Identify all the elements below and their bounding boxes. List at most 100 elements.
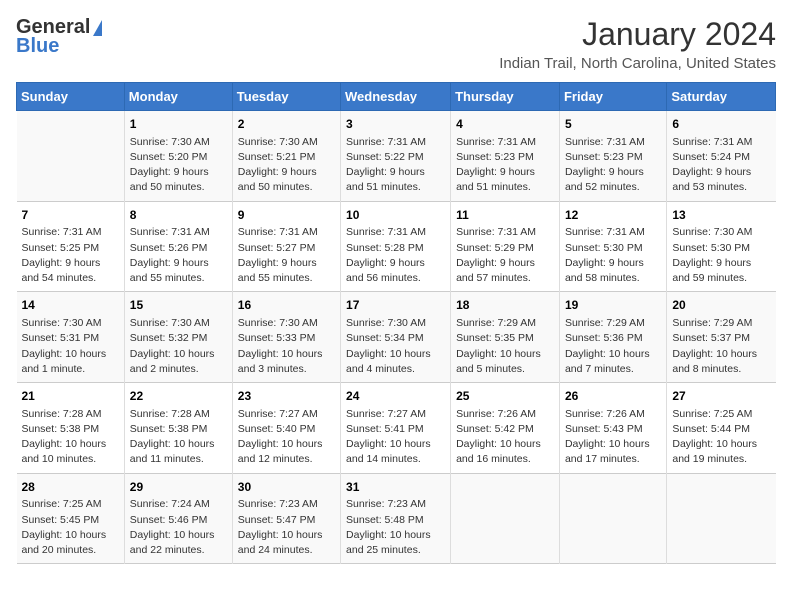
day-info: Sunrise: 7:31 AMSunset: 5:26 PMDaylight:… (130, 225, 227, 286)
col-saturday: Saturday (667, 83, 776, 111)
day-info: Sunrise: 7:31 AMSunset: 5:30 PMDaylight:… (565, 225, 661, 286)
day-number: 25 (456, 388, 554, 405)
day-cell: 1Sunrise: 7:30 AMSunset: 5:20 PMDaylight… (124, 111, 232, 202)
day-info: Sunrise: 7:31 AMSunset: 5:23 PMDaylight:… (565, 135, 661, 196)
logo-blue-text: Blue (16, 35, 59, 58)
col-wednesday: Wednesday (341, 83, 451, 111)
day-info: Sunrise: 7:31 AMSunset: 5:28 PMDaylight:… (346, 225, 445, 286)
header-row: Sunday Monday Tuesday Wednesday Thursday… (17, 83, 776, 111)
calendar-header: Sunday Monday Tuesday Wednesday Thursday… (17, 83, 776, 111)
day-cell: 7Sunrise: 7:31 AMSunset: 5:25 PMDaylight… (17, 201, 125, 292)
week-row-5: 28Sunrise: 7:25 AMSunset: 5:45 PMDayligh… (17, 473, 776, 564)
day-number: 4 (456, 116, 554, 133)
day-number: 2 (238, 116, 335, 133)
day-info: Sunrise: 7:25 AMSunset: 5:44 PMDaylight:… (672, 407, 770, 468)
day-cell: 10Sunrise: 7:31 AMSunset: 5:28 PMDayligh… (341, 201, 451, 292)
day-info: Sunrise: 7:30 AMSunset: 5:30 PMDaylight:… (672, 225, 770, 286)
day-number: 18 (456, 297, 554, 314)
day-number: 6 (672, 116, 770, 133)
day-info: Sunrise: 7:28 AMSunset: 5:38 PMDaylight:… (130, 407, 227, 468)
day-info: Sunrise: 7:23 AMSunset: 5:48 PMDaylight:… (346, 497, 445, 558)
calendar-table: Sunday Monday Tuesday Wednesday Thursday… (16, 82, 776, 564)
day-number: 15 (130, 297, 227, 314)
day-info: Sunrise: 7:31 AMSunset: 5:23 PMDaylight:… (456, 135, 554, 196)
day-info: Sunrise: 7:29 AMSunset: 5:36 PMDaylight:… (565, 316, 661, 377)
day-cell: 30Sunrise: 7:23 AMSunset: 5:47 PMDayligh… (232, 473, 340, 564)
calendar-body: 1Sunrise: 7:30 AMSunset: 5:20 PMDaylight… (17, 111, 776, 564)
page-header: General Blue January 2024 Indian Trail, … (16, 16, 776, 72)
day-cell: 8Sunrise: 7:31 AMSunset: 5:26 PMDaylight… (124, 201, 232, 292)
day-info: Sunrise: 7:30 AMSunset: 5:33 PMDaylight:… (238, 316, 335, 377)
week-row-2: 7Sunrise: 7:31 AMSunset: 5:25 PMDaylight… (17, 201, 776, 292)
day-cell (17, 111, 125, 202)
logo: General Blue (16, 16, 102, 58)
day-cell: 16Sunrise: 7:30 AMSunset: 5:33 PMDayligh… (232, 292, 340, 383)
calendar-subtitle: Indian Trail, North Carolina, United Sta… (499, 55, 776, 72)
day-number: 28 (22, 479, 119, 496)
day-number: 3 (346, 116, 445, 133)
day-info: Sunrise: 7:31 AMSunset: 5:22 PMDaylight:… (346, 135, 445, 196)
day-info: Sunrise: 7:26 AMSunset: 5:43 PMDaylight:… (565, 407, 661, 468)
day-number: 20 (672, 297, 770, 314)
day-number: 23 (238, 388, 335, 405)
day-info: Sunrise: 7:31 AMSunset: 5:24 PMDaylight:… (672, 135, 770, 196)
calendar-title: January 2024 (499, 16, 776, 53)
day-number: 30 (238, 479, 335, 496)
day-cell: 2Sunrise: 7:30 AMSunset: 5:21 PMDaylight… (232, 111, 340, 202)
day-info: Sunrise: 7:27 AMSunset: 5:41 PMDaylight:… (346, 407, 445, 468)
day-cell (559, 473, 666, 564)
day-cell: 4 Sunrise: 7:31 AMSunset: 5:23 PMDaylight… (451, 111, 560, 202)
day-cell: 9Sunrise: 7:31 AMSunset: 5:27 PMDaylight… (232, 201, 340, 292)
col-tuesday: Tuesday (232, 83, 340, 111)
day-cell: 11Sunrise: 7:31 AMSunset: 5:29 PMDayligh… (451, 201, 560, 292)
day-number: 11 (456, 207, 554, 224)
day-cell: 26 Sunrise: 7:26 AMSunset: 5:43 PMDayligh… (559, 383, 666, 474)
day-number: 10 (346, 207, 445, 224)
day-cell: 27 Sunrise: 7:25 AMSunset: 5:44 PMDayligh… (667, 383, 776, 474)
col-thursday: Thursday (451, 83, 560, 111)
day-number: 9 (238, 207, 335, 224)
day-info: Sunrise: 7:31 AMSunset: 5:29 PMDaylight:… (456, 225, 554, 286)
day-number: 27 (672, 388, 770, 405)
day-number: 14 (22, 297, 119, 314)
day-cell: 23 Sunrise: 7:27 AMSunset: 5:40 PMDayligh… (232, 383, 340, 474)
day-cell: 5Sunrise: 7:31 AMSunset: 5:23 PMDaylight… (559, 111, 666, 202)
day-number: 7 (22, 207, 119, 224)
day-cell: 15 Sunrise: 7:30 AMSunset: 5:32 PMDayligh… (124, 292, 232, 383)
day-info: Sunrise: 7:26 AMSunset: 5:42 PMDaylight:… (456, 407, 554, 468)
day-cell: 19 Sunrise: 7:29 AMSunset: 5:36 PMDayligh… (559, 292, 666, 383)
day-number: 19 (565, 297, 661, 314)
day-number: 26 (565, 388, 661, 405)
day-cell: 6 Sunrise: 7:31 AMSunset: 5:24 PMDaylight… (667, 111, 776, 202)
logo-arrow-icon (93, 20, 102, 36)
week-row-3: 14Sunrise: 7:30 AMSunset: 5:31 PMDayligh… (17, 292, 776, 383)
day-cell: 25 Sunrise: 7:26 AMSunset: 5:42 PMDayligh… (451, 383, 560, 474)
day-info: Sunrise: 7:28 AMSunset: 5:38 PMDaylight:… (22, 407, 119, 468)
day-info: Sunrise: 7:29 AMSunset: 5:37 PMDaylight:… (672, 316, 770, 377)
day-info: Sunrise: 7:23 AMSunset: 5:47 PMDaylight:… (238, 497, 335, 558)
day-info: Sunrise: 7:25 AMSunset: 5:45 PMDaylight:… (22, 497, 119, 558)
day-cell: 20 Sunrise: 7:29 AMSunset: 5:37 PMDayligh… (667, 292, 776, 383)
day-info: Sunrise: 7:31 AMSunset: 5:25 PMDaylight:… (22, 225, 119, 286)
day-info: Sunrise: 7:30 AMSunset: 5:32 PMDaylight:… (130, 316, 227, 377)
day-number: 24 (346, 388, 445, 405)
day-cell: 28Sunrise: 7:25 AMSunset: 5:45 PMDayligh… (17, 473, 125, 564)
day-number: 17 (346, 297, 445, 314)
day-number: 22 (130, 388, 227, 405)
col-monday: Monday (124, 83, 232, 111)
day-number: 8 (130, 207, 227, 224)
day-cell: 18 Sunrise: 7:29 AMSunset: 5:35 PMDayligh… (451, 292, 560, 383)
day-info: Sunrise: 7:30 AMSunset: 5:34 PMDaylight:… (346, 316, 445, 377)
day-info: Sunrise: 7:27 AMSunset: 5:40 PMDaylight:… (238, 407, 335, 468)
day-cell: 12Sunrise: 7:31 AMSunset: 5:30 PMDayligh… (559, 201, 666, 292)
day-cell: 3 Sunrise: 7:31 AMSunset: 5:22 PMDaylight… (341, 111, 451, 202)
day-cell: 29Sunrise: 7:24 AMSunset: 5:46 PMDayligh… (124, 473, 232, 564)
day-cell (667, 473, 776, 564)
day-number: 13 (672, 207, 770, 224)
day-info: Sunrise: 7:29 AMSunset: 5:35 PMDaylight:… (456, 316, 554, 377)
day-number: 1 (130, 116, 227, 133)
week-row-1: 1Sunrise: 7:30 AMSunset: 5:20 PMDaylight… (17, 111, 776, 202)
day-cell: 22 Sunrise: 7:28 AMSunset: 5:38 PMDayligh… (124, 383, 232, 474)
day-cell: 21Sunrise: 7:28 AMSunset: 5:38 PMDayligh… (17, 383, 125, 474)
day-cell: 17 Sunrise: 7:30 AMSunset: 5:34 PMDayligh… (341, 292, 451, 383)
